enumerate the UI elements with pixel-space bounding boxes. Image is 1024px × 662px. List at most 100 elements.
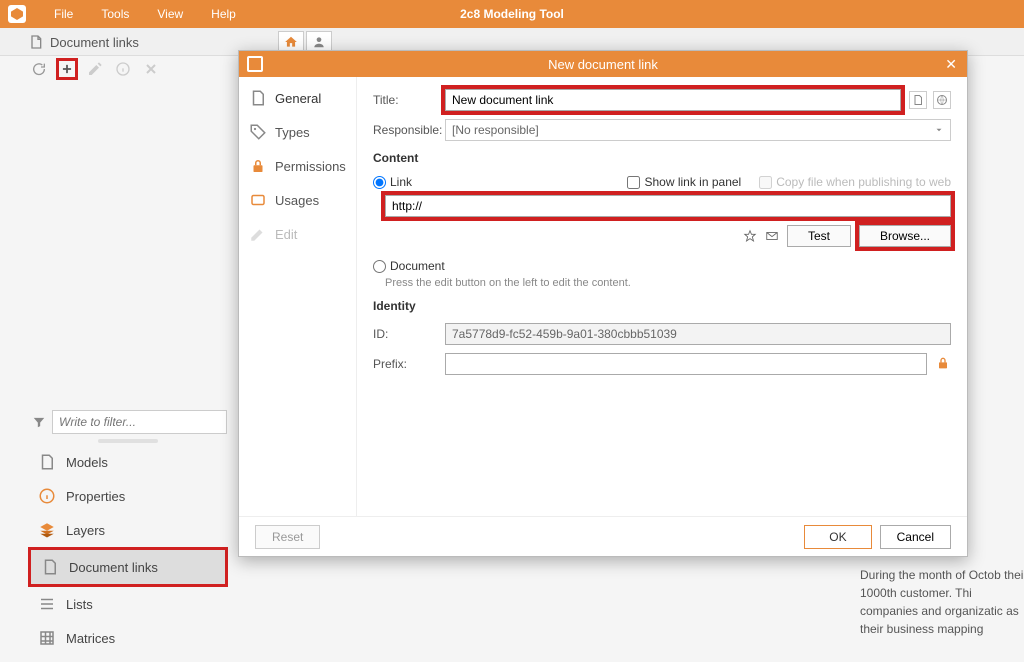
user-icon	[312, 35, 326, 49]
sidebar-nav: Models Properties Layers Document links …	[28, 445, 228, 655]
dialog-nav-label: Types	[275, 125, 310, 140]
content-options: Link Show link in panel Copy file when p…	[373, 175, 951, 189]
title-input[interactable]	[445, 89, 901, 111]
dialog-logo-icon	[247, 56, 263, 72]
home-icon	[284, 35, 298, 49]
content-section-label: Content	[373, 151, 951, 165]
lock-icon	[249, 157, 267, 175]
sidebar-item-label: Matrices	[66, 631, 115, 646]
globe-extra-button[interactable]	[933, 91, 951, 109]
prefix-input[interactable]	[445, 353, 927, 375]
document-icon	[38, 453, 56, 471]
menu-view[interactable]: View	[143, 7, 197, 21]
app-title: 2c8 Modeling Tool	[460, 7, 564, 21]
document-radio[interactable]: Document	[373, 259, 951, 273]
star-icon[interactable]	[743, 229, 757, 243]
filter-input[interactable]	[52, 410, 227, 434]
pencil-icon	[249, 225, 267, 243]
id-row: ID:	[373, 323, 951, 345]
id-label: ID:	[373, 327, 445, 341]
grid-icon	[38, 629, 56, 647]
edit-button[interactable]	[84, 58, 106, 80]
dialog-nav: General Types Permissions Usages Edit	[239, 77, 357, 516]
test-button[interactable]: Test	[787, 225, 851, 247]
sidebar-item-label: Document links	[69, 560, 158, 575]
pencil-icon	[87, 61, 103, 77]
document-icon	[912, 94, 924, 106]
dialog-title-label: New document link	[548, 57, 658, 72]
copy-publish-checkbox: Copy file when publishing to web	[759, 175, 951, 189]
link-radio-input[interactable]	[373, 176, 386, 189]
menu-help[interactable]: Help	[197, 7, 250, 21]
id-input	[445, 323, 951, 345]
add-button[interactable]	[56, 58, 78, 80]
document-icon	[41, 558, 59, 576]
dialog-nav-label: General	[275, 91, 321, 106]
sidebar-item-models[interactable]: Models	[28, 445, 228, 479]
title-label: Title:	[373, 93, 445, 107]
sidebar-item-properties[interactable]: Properties	[28, 479, 228, 513]
list-icon	[38, 595, 56, 613]
menu-file[interactable]: File	[40, 7, 87, 21]
sidebar-item-document-links[interactable]: Document links	[28, 547, 228, 587]
app-logo-icon	[8, 5, 26, 23]
show-panel-checkbox[interactable]: Show link in panel	[627, 175, 741, 189]
dialog-nav-types[interactable]: Types	[239, 115, 356, 149]
chevron-down-icon	[934, 125, 944, 135]
info-icon	[115, 61, 131, 77]
document-radio-input[interactable]	[373, 260, 386, 273]
show-panel-input[interactable]	[627, 176, 640, 189]
responsible-label: Responsible:	[373, 123, 445, 137]
tag-icon	[249, 123, 267, 141]
cancel-button[interactable]: Cancel	[880, 525, 951, 549]
link-input[interactable]	[385, 195, 951, 217]
refresh-icon	[31, 61, 47, 77]
ok-button[interactable]: OK	[804, 525, 871, 549]
layers-icon	[38, 521, 56, 539]
panel-title-label: Document links	[50, 35, 139, 50]
dialog-footer: Reset OK Cancel	[239, 516, 967, 556]
sidebar-item-label: Models	[66, 455, 108, 470]
sidebar-item-label: Lists	[66, 597, 93, 612]
dialog-nav-usages[interactable]: Usages	[239, 183, 356, 217]
link-radio-label: Link	[390, 175, 412, 189]
responsible-value: [No responsible]	[452, 123, 539, 137]
filter-row	[32, 410, 227, 434]
info-button[interactable]	[112, 58, 134, 80]
close-button[interactable]: ✕	[945, 56, 957, 73]
delete-button[interactable]	[140, 58, 162, 80]
dialog-nav-label: Permissions	[275, 159, 346, 174]
responsible-select[interactable]: [No responsible]	[445, 119, 951, 141]
menu-tools[interactable]: Tools	[87, 7, 143, 21]
document-radio-label: Document	[390, 259, 445, 273]
sidebar-item-matrices[interactable]: Matrices	[28, 621, 228, 655]
identity-section-label: Identity	[373, 299, 951, 313]
dialog-nav-general[interactable]: General	[239, 81, 356, 115]
lock-icon	[935, 355, 951, 371]
dialog-nav-permissions[interactable]: Permissions	[239, 149, 356, 183]
prefix-row: Prefix:	[373, 353, 951, 375]
copy-publish-input	[759, 176, 772, 189]
dialog-nav-label: Usages	[275, 193, 319, 208]
reset-button[interactable]: Reset	[255, 525, 320, 549]
sidebar-item-lists[interactable]: Lists	[28, 587, 228, 621]
document-hint: Press the edit button on the left to edi…	[385, 277, 951, 289]
dialog-content: Title: Responsible: [No responsible] Con…	[357, 77, 967, 516]
sidebar-item-label: Properties	[66, 489, 125, 504]
dialog-nav-edit: Edit	[239, 217, 356, 251]
link-radio[interactable]: Link	[373, 175, 412, 189]
refresh-button[interactable]	[28, 58, 50, 80]
panel-toolbar	[28, 58, 228, 80]
plus-icon	[60, 61, 74, 77]
info-icon	[38, 487, 56, 505]
sidebar-item-label: Layers	[66, 523, 105, 538]
mail-icon[interactable]	[765, 229, 779, 243]
doc-extra-button[interactable]	[909, 91, 927, 109]
document-icon	[28, 34, 44, 50]
show-panel-label: Show link in panel	[644, 175, 741, 189]
sidebar-item-layers[interactable]: Layers	[28, 513, 228, 547]
link-input-wrap	[385, 195, 951, 217]
link-buttons: Test Browse...	[385, 225, 951, 247]
browse-button[interactable]: Browse...	[859, 225, 951, 247]
lock-button[interactable]	[935, 355, 951, 374]
